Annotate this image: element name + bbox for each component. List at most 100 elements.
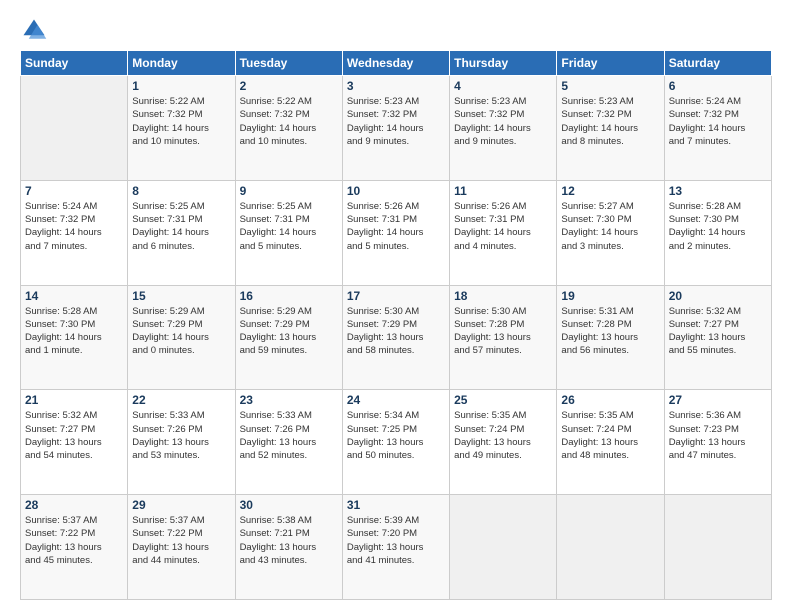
calendar: SundayMondayTuesdayWednesdayThursdayFrid… — [20, 50, 772, 600]
weekday-header-sunday: Sunday — [21, 51, 128, 76]
day-info: Sunrise: 5:28 AMSunset: 7:30 PMDaylight:… — [669, 200, 767, 253]
day-number: 22 — [132, 393, 230, 407]
day-cell: 4 Sunrise: 5:23 AMSunset: 7:32 PMDaylight… — [450, 76, 557, 181]
day-cell: 3 Sunrise: 5:23 AMSunset: 7:32 PMDaylight… — [342, 76, 449, 181]
day-number: 20 — [669, 289, 767, 303]
day-info: Sunrise: 5:34 AMSunset: 7:25 PMDaylight:… — [347, 409, 445, 462]
day-info: Sunrise: 5:24 AMSunset: 7:32 PMDaylight:… — [669, 95, 767, 148]
day-number: 28 — [25, 498, 123, 512]
day-cell: 9Sunrise: 5:25 AMSunset: 7:31 PMDaylight… — [235, 180, 342, 285]
day-cell: 28 Sunrise: 5:37 AMSunset: 7:22 PMDayligh… — [21, 495, 128, 600]
day-cell: 6 Sunrise: 5:24 AMSunset: 7:32 PMDaylight… — [664, 76, 771, 181]
calendar-body: 1 Sunrise: 5:22 AMSunset: 7:32 PMDaylight… — [21, 76, 772, 600]
day-number: 7 — [25, 184, 123, 198]
day-info: Sunrise: 5:38 AMSunset: 7:21 PMDaylight:… — [240, 514, 338, 567]
day-info: Sunrise: 5:22 AMSunset: 7:32 PMDaylight:… — [240, 95, 338, 148]
day-cell: 7 Sunrise: 5:24 AMSunset: 7:32 PMDaylight… — [21, 180, 128, 285]
day-number: 9 — [240, 184, 338, 198]
day-info: Sunrise: 5:33 AMSunset: 7:26 PMDaylight:… — [132, 409, 230, 462]
day-info: Sunrise: 5:25 AMSunset: 7:31 PMDaylight:… — [132, 200, 230, 253]
day-number: 25 — [454, 393, 552, 407]
day-number: 1 — [132, 79, 230, 93]
day-info: Sunrise: 5:37 AMSunset: 7:22 PMDaylight:… — [132, 514, 230, 567]
weekday-header-tuesday: Tuesday — [235, 51, 342, 76]
day-number: 4 — [454, 79, 552, 93]
day-info: Sunrise: 5:35 AMSunset: 7:24 PMDaylight:… — [561, 409, 659, 462]
weekday-header-monday: Monday — [128, 51, 235, 76]
day-info: Sunrise: 5:37 AMSunset: 7:22 PMDaylight:… — [25, 514, 123, 567]
day-cell: 1 Sunrise: 5:22 AMSunset: 7:32 PMDaylight… — [128, 76, 235, 181]
day-info: Sunrise: 5:29 AMSunset: 7:29 PMDaylight:… — [240, 305, 338, 358]
day-cell: 29 Sunrise: 5:37 AMSunset: 7:22 PMDayligh… — [128, 495, 235, 600]
day-number: 13 — [669, 184, 767, 198]
day-number: 26 — [561, 393, 659, 407]
day-number: 15 — [132, 289, 230, 303]
day-cell: 16 Sunrise: 5:29 AMSunset: 7:29 PMDayligh… — [235, 285, 342, 390]
day-cell: 19Sunrise: 5:31 AMSunset: 7:28 PMDayligh… — [557, 285, 664, 390]
day-number: 23 — [240, 393, 338, 407]
day-cell: 15Sunrise: 5:29 AMSunset: 7:29 PMDayligh… — [128, 285, 235, 390]
page: SundayMondayTuesdayWednesdayThursdayFrid… — [0, 0, 792, 612]
day-number: 11 — [454, 184, 552, 198]
week-row-3: 21Sunrise: 5:32 AMSunset: 7:27 PMDayligh… — [21, 390, 772, 495]
day-number: 14 — [25, 289, 123, 303]
day-number: 2 — [240, 79, 338, 93]
header — [20, 16, 772, 44]
day-cell: 26 Sunrise: 5:35 AMSunset: 7:24 PMDayligh… — [557, 390, 664, 495]
day-info: Sunrise: 5:30 AMSunset: 7:28 PMDaylight:… — [454, 305, 552, 358]
calendar-header: SundayMondayTuesdayWednesdayThursdayFrid… — [21, 51, 772, 76]
day-number: 8 — [132, 184, 230, 198]
day-number: 6 — [669, 79, 767, 93]
day-number: 16 — [240, 289, 338, 303]
day-info: Sunrise: 5:33 AMSunset: 7:26 PMDaylight:… — [240, 409, 338, 462]
week-row-0: 1 Sunrise: 5:22 AMSunset: 7:32 PMDaylight… — [21, 76, 772, 181]
day-number: 5 — [561, 79, 659, 93]
day-cell: 30Sunrise: 5:38 AMSunset: 7:21 PMDayligh… — [235, 495, 342, 600]
day-cell: 27Sunrise: 5:36 AMSunset: 7:23 PMDayligh… — [664, 390, 771, 495]
weekday-header-saturday: Saturday — [664, 51, 771, 76]
day-cell — [21, 76, 128, 181]
day-cell: 5 Sunrise: 5:23 AMSunset: 7:32 PMDaylight… — [557, 76, 664, 181]
day-cell: 12 Sunrise: 5:27 AMSunset: 7:30 PMDayligh… — [557, 180, 664, 285]
day-cell: 21Sunrise: 5:32 AMSunset: 7:27 PMDayligh… — [21, 390, 128, 495]
week-row-1: 7 Sunrise: 5:24 AMSunset: 7:32 PMDaylight… — [21, 180, 772, 285]
weekday-header-thursday: Thursday — [450, 51, 557, 76]
day-cell: 8 Sunrise: 5:25 AMSunset: 7:31 PMDaylight… — [128, 180, 235, 285]
day-number: 18 — [454, 289, 552, 303]
day-cell — [557, 495, 664, 600]
day-number: 21 — [25, 393, 123, 407]
day-number: 24 — [347, 393, 445, 407]
day-cell: 18 Sunrise: 5:30 AMSunset: 7:28 PMDayligh… — [450, 285, 557, 390]
day-info: Sunrise: 5:27 AMSunset: 7:30 PMDaylight:… — [561, 200, 659, 253]
day-cell: 14 Sunrise: 5:28 AMSunset: 7:30 PMDayligh… — [21, 285, 128, 390]
day-cell: 17Sunrise: 5:30 AMSunset: 7:29 PMDayligh… — [342, 285, 449, 390]
day-number: 29 — [132, 498, 230, 512]
logo-icon — [20, 16, 48, 44]
day-info: Sunrise: 5:36 AMSunset: 7:23 PMDaylight:… — [669, 409, 767, 462]
day-cell — [450, 495, 557, 600]
day-cell — [664, 495, 771, 600]
day-info: Sunrise: 5:39 AMSunset: 7:20 PMDaylight:… — [347, 514, 445, 567]
day-info: Sunrise: 5:26 AMSunset: 7:31 PMDaylight:… — [454, 200, 552, 253]
day-cell: 22 Sunrise: 5:33 AMSunset: 7:26 PMDayligh… — [128, 390, 235, 495]
day-cell: 20Sunrise: 5:32 AMSunset: 7:27 PMDayligh… — [664, 285, 771, 390]
day-info: Sunrise: 5:35 AMSunset: 7:24 PMDaylight:… — [454, 409, 552, 462]
day-info: Sunrise: 5:23 AMSunset: 7:32 PMDaylight:… — [454, 95, 552, 148]
day-number: 3 — [347, 79, 445, 93]
day-info: Sunrise: 5:26 AMSunset: 7:31 PMDaylight:… — [347, 200, 445, 253]
day-info: Sunrise: 5:23 AMSunset: 7:32 PMDaylight:… — [347, 95, 445, 148]
day-cell: 13 Sunrise: 5:28 AMSunset: 7:30 PMDayligh… — [664, 180, 771, 285]
day-info: Sunrise: 5:30 AMSunset: 7:29 PMDaylight:… — [347, 305, 445, 358]
logo — [20, 16, 52, 44]
day-info: Sunrise: 5:22 AMSunset: 7:32 PMDaylight:… — [132, 95, 230, 148]
week-row-2: 14 Sunrise: 5:28 AMSunset: 7:30 PMDayligh… — [21, 285, 772, 390]
day-info: Sunrise: 5:28 AMSunset: 7:30 PMDaylight:… — [25, 305, 123, 358]
day-cell: 2 Sunrise: 5:22 AMSunset: 7:32 PMDaylight… — [235, 76, 342, 181]
day-number: 10 — [347, 184, 445, 198]
week-row-4: 28 Sunrise: 5:37 AMSunset: 7:22 PMDayligh… — [21, 495, 772, 600]
day-info: Sunrise: 5:24 AMSunset: 7:32 PMDaylight:… — [25, 200, 123, 253]
day-info: Sunrise: 5:23 AMSunset: 7:32 PMDaylight:… — [561, 95, 659, 148]
day-number: 31 — [347, 498, 445, 512]
weekday-header-wednesday: Wednesday — [342, 51, 449, 76]
day-number: 12 — [561, 184, 659, 198]
